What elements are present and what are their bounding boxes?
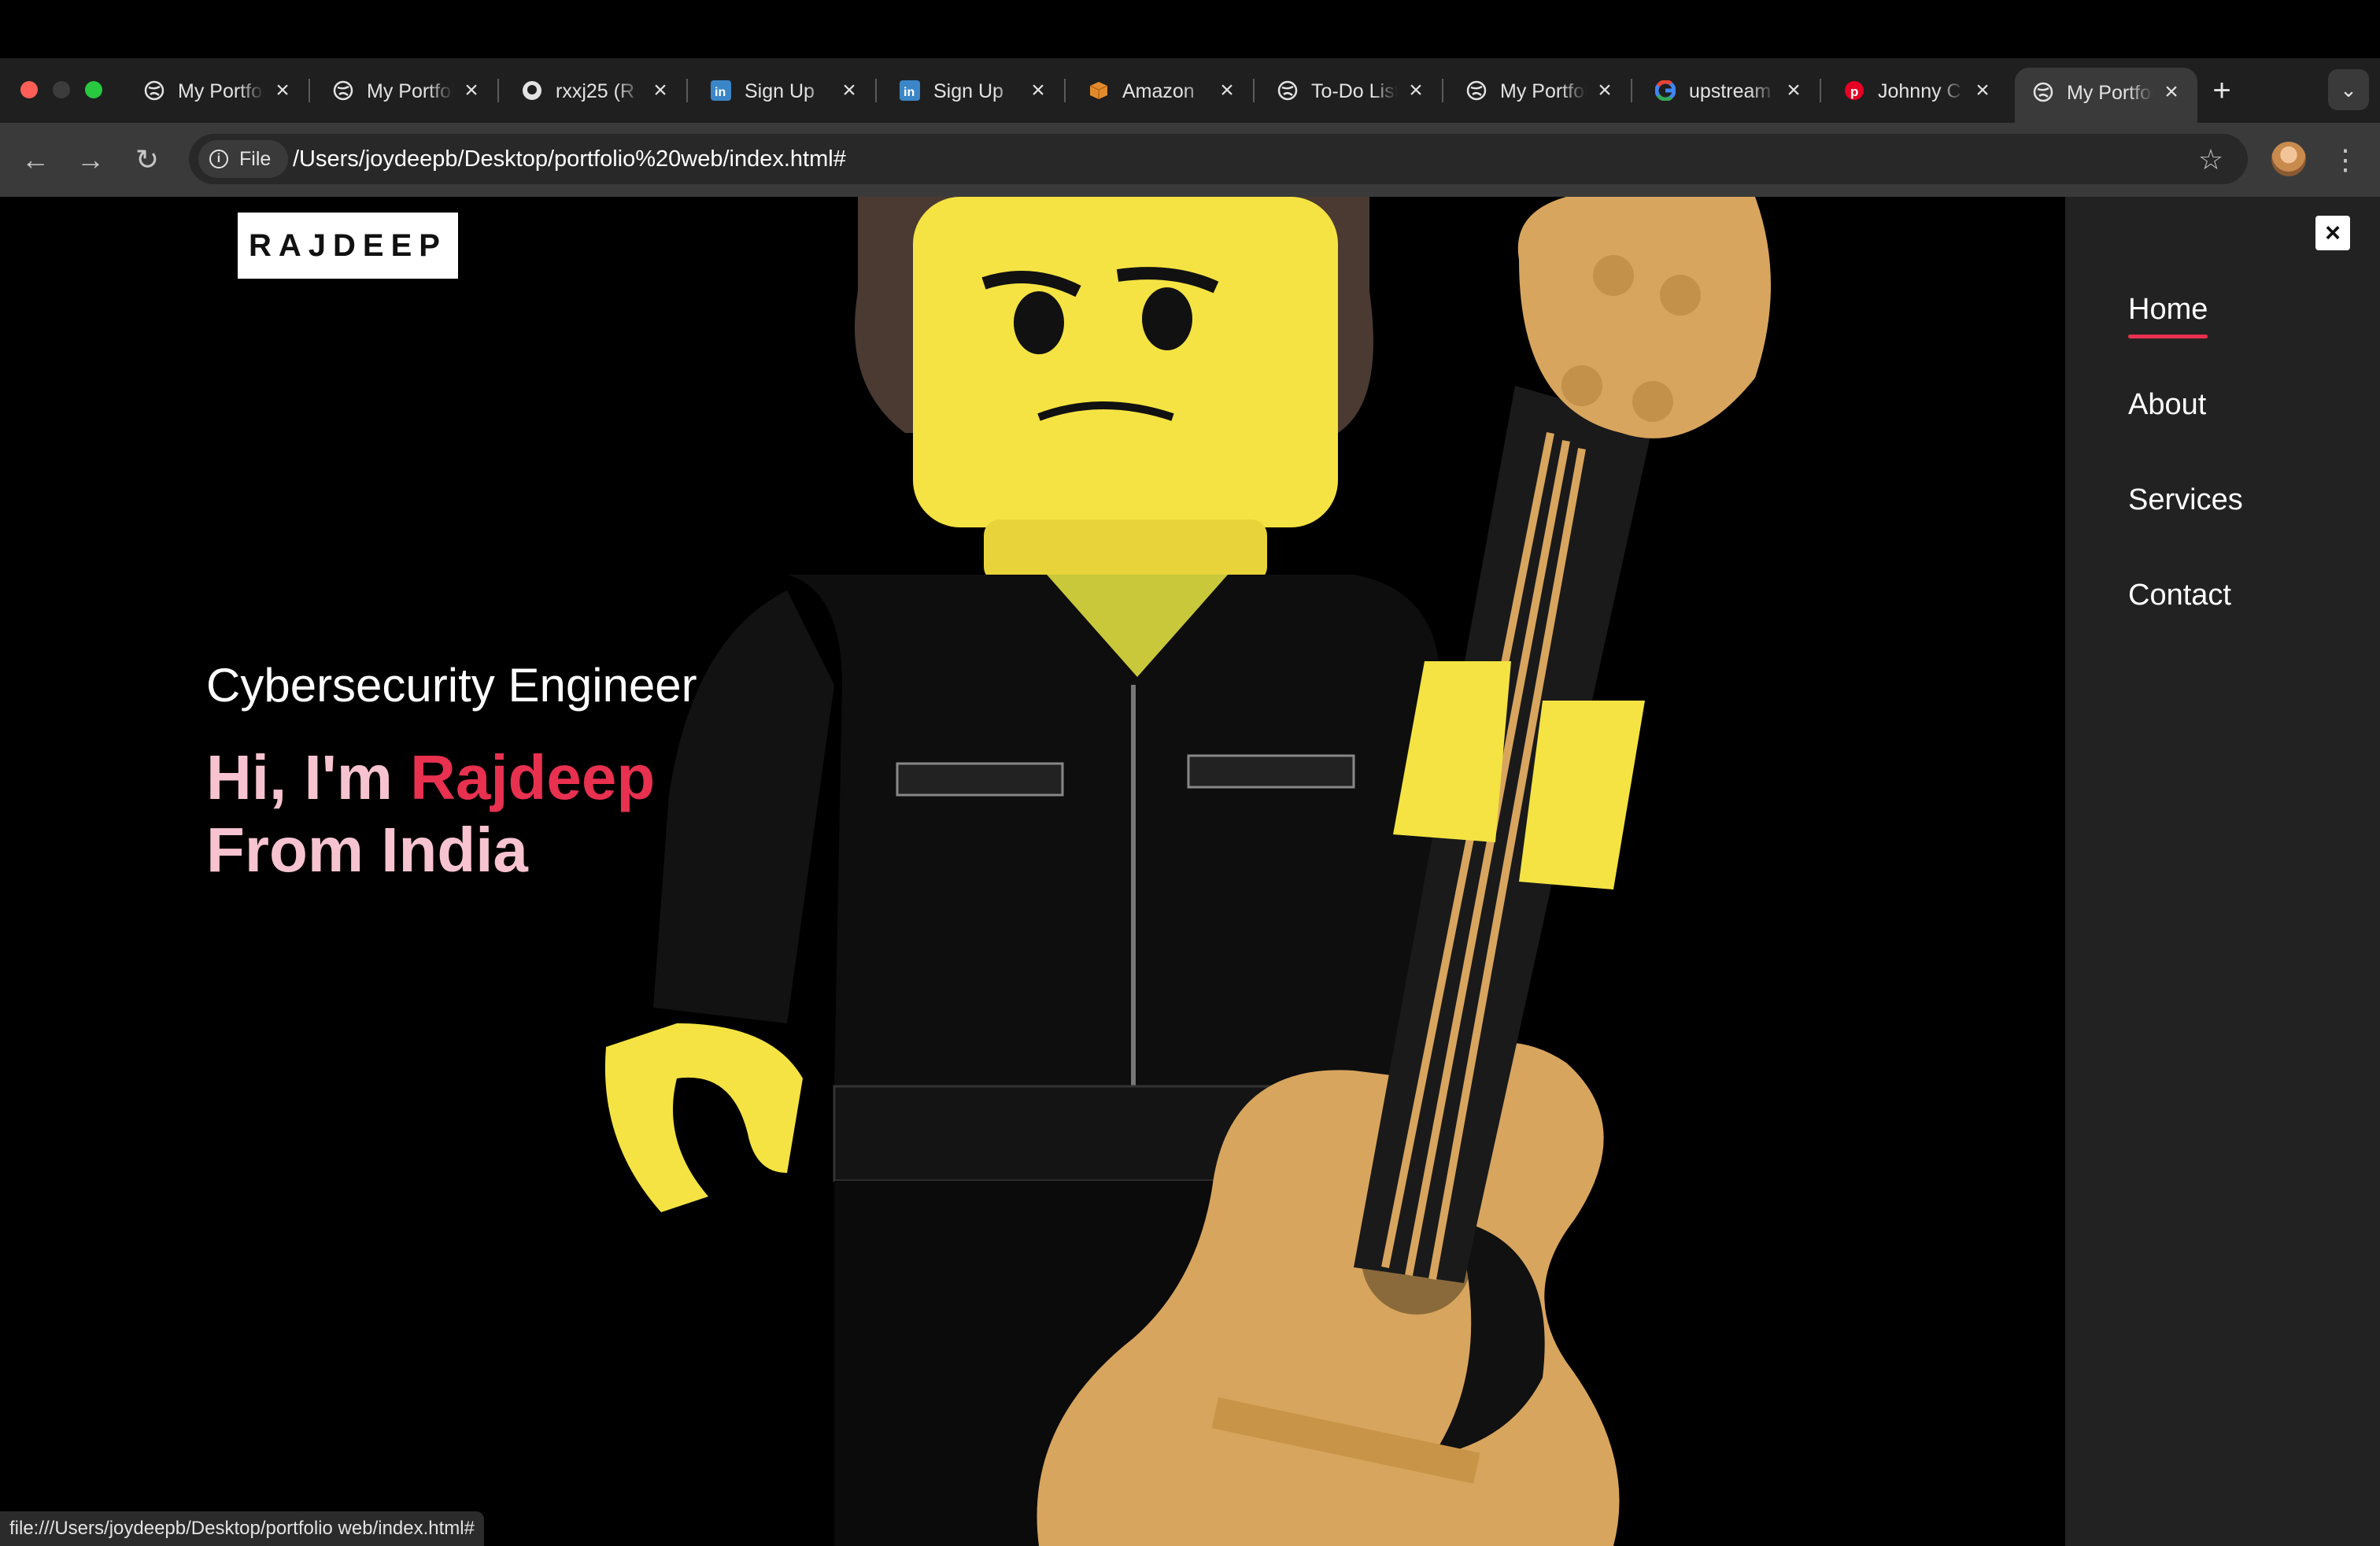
globe-icon	[143, 80, 165, 102]
close-tab-icon[interactable]: ×	[460, 79, 483, 102]
linkedin-icon: in	[899, 80, 921, 102]
site-info-chip[interactable]: i File	[198, 140, 289, 178]
browser-tab[interactable]: My Portfolio ×	[1448, 66, 1632, 115]
browser-tab[interactable]: To-Do List ×	[1259, 66, 1443, 115]
link-status-bar: file:///Users/joydeepb/Desktop/portfolio…	[0, 1511, 484, 1546]
tab-title: My Portfolio	[2067, 82, 2153, 104]
nav-link-about[interactable]: About	[2128, 386, 2206, 423]
side-navigation-panel	[2065, 197, 2380, 1546]
amazon-box-icon	[1088, 80, 1110, 102]
tab-title: My Portfolio	[367, 80, 453, 102]
nav-link-contact[interactable]: Contact	[2128, 577, 2231, 613]
forward-arrow-icon[interactable]: →	[71, 140, 110, 179]
globe-icon	[332, 80, 354, 102]
tab-title: Amazon	[1122, 80, 1195, 102]
globe-icon	[1465, 80, 1488, 102]
window-titlebar	[0, 0, 2380, 58]
svg-text:p: p	[1850, 84, 1858, 99]
close-tab-icon[interactable]: ×	[271, 79, 294, 102]
tab-separator	[1442, 79, 1443, 102]
greeting-prefix: Hi, I'm	[206, 742, 411, 812]
browser-tab[interactable]: My Portfolio ×	[126, 66, 310, 115]
globe-icon	[1277, 80, 1299, 102]
tab-title: upstream	[1689, 80, 1772, 102]
tab-separator	[1253, 79, 1255, 102]
pinterest-icon: p	[1843, 80, 1865, 102]
hero-role-heading: Cybersecurity Engineer	[206, 659, 697, 712]
globe-icon	[2032, 81, 2054, 103]
reload-icon[interactable]: ↻	[128, 140, 167, 179]
tab-separator	[309, 79, 310, 102]
browser-tab[interactable]: in Sign Up ×	[881, 66, 1066, 115]
tab-separator	[1064, 79, 1066, 102]
browser-tab[interactable]: in Sign Up ×	[693, 66, 877, 115]
close-tab-icon[interactable]: ×	[1404, 79, 1428, 102]
close-tab-icon[interactable]: ×	[2160, 80, 2183, 104]
tab-title: Johnny C	[1878, 80, 1961, 102]
close-tab-icon[interactable]: ×	[649, 79, 672, 102]
browser-tab[interactable]: Amazon ×	[1070, 66, 1255, 115]
tab-title: My Portfolio	[178, 80, 264, 102]
hero-greeting: Hi, I'm Rajdeep From India	[206, 742, 655, 886]
tab-search-button[interactable]: ⌄	[2328, 69, 2369, 110]
zoom-window-button[interactable]	[85, 81, 102, 98]
browser-tab[interactable]: p Johnny C ×	[1826, 66, 2009, 115]
tab-title: Sign Up	[933, 80, 1003, 102]
url-text[interactable]: /Users/joydeepb/Desktop/portfolio%20web/…	[293, 145, 846, 173]
nav-link-services[interactable]: Services	[2128, 482, 2243, 518]
tab-title: To-Do List	[1311, 80, 1398, 102]
tab-separator	[1631, 79, 1632, 102]
google-icon	[1654, 80, 1676, 102]
info-icon: i	[209, 150, 228, 168]
github-icon	[521, 80, 543, 102]
browser-tab[interactable]: upstream ×	[1637, 66, 1821, 115]
browser-tab[interactable]: My Portfolio ×	[315, 66, 499, 115]
new-tab-button[interactable]: +	[2204, 72, 2240, 109]
browser-tab[interactable]: My Portfolio ×	[2015, 68, 2197, 123]
site-info-label: File	[239, 147, 272, 170]
profile-avatar[interactable]	[2271, 142, 2306, 176]
linkedin-icon: in	[710, 80, 732, 102]
close-tab-icon[interactable]: ×	[837, 79, 861, 102]
site-logo[interactable]: RAJDEEP	[238, 213, 458, 279]
close-window-button[interactable]	[20, 81, 38, 98]
close-menu-button[interactable]: ×	[2315, 216, 2350, 250]
close-tab-icon[interactable]: ×	[1215, 79, 1239, 102]
tab-separator	[875, 79, 877, 102]
tab-separator	[686, 79, 688, 102]
nav-link-home[interactable]: Home	[2128, 291, 2208, 338]
close-tab-icon[interactable]: ×	[1026, 79, 1050, 102]
minimize-window-button[interactable]	[53, 81, 70, 98]
page-viewport: RAJDEEP Cybersecurity Engineer Hi, I'm R…	[0, 197, 2380, 1546]
greeting-origin: From India	[206, 815, 528, 885]
tab-separator	[497, 79, 499, 102]
close-tab-icon[interactable]: ×	[1593, 79, 1617, 102]
tab-title: rxxj25 (R	[556, 80, 635, 102]
greeting-name: Rajdeep	[410, 742, 656, 812]
browser-menu-icon[interactable]: ⋮	[2330, 140, 2361, 179]
bookmark-star-icon[interactable]: ☆	[2191, 142, 2230, 178]
tab-separator	[1820, 79, 1821, 102]
svg-text:in: in	[715, 86, 726, 99]
svg-text:in: in	[904, 86, 915, 99]
back-arrow-icon[interactable]: ←	[16, 140, 55, 179]
tab-title: My Portfolio	[1500, 80, 1587, 102]
close-tab-icon[interactable]: ×	[1782, 79, 1805, 102]
browser-tab[interactable]: rxxj25 (R ×	[504, 66, 688, 115]
close-tab-icon[interactable]: ×	[1971, 79, 1994, 102]
tab-title: Sign Up	[745, 80, 815, 102]
